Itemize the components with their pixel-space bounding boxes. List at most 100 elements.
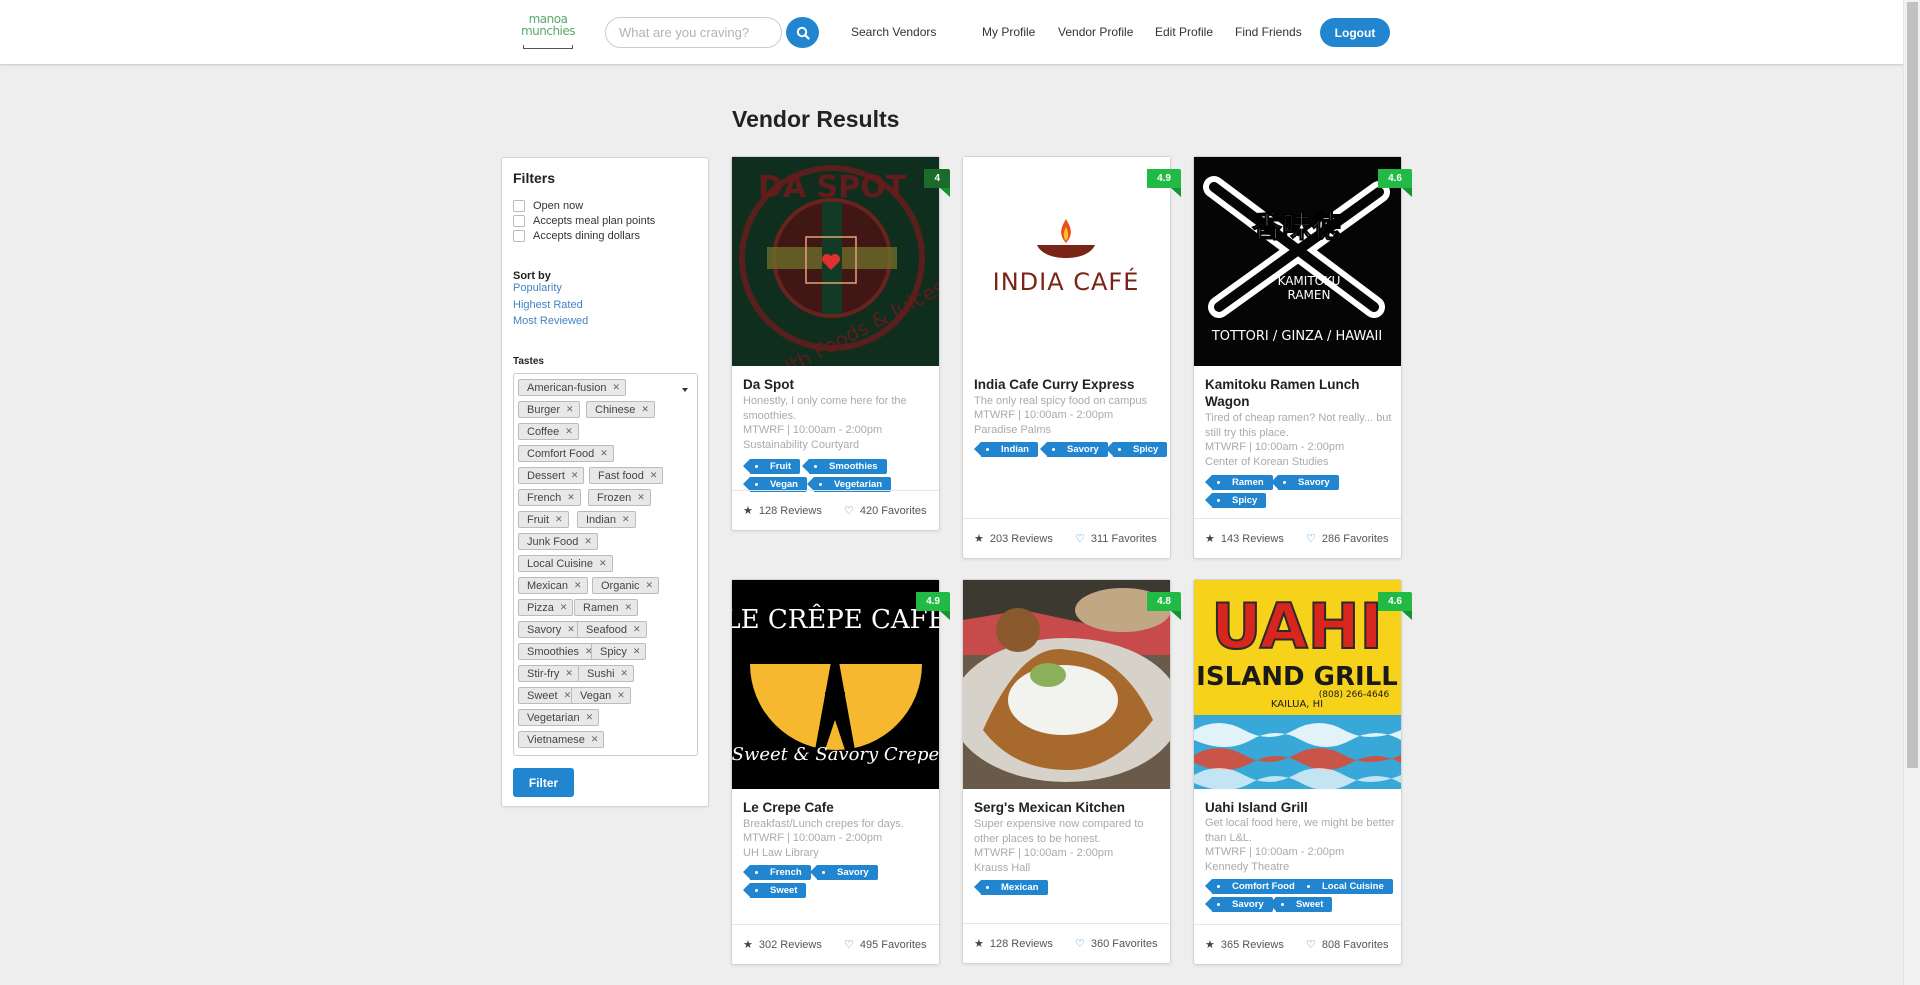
logout-button[interactable]: Logout xyxy=(1320,18,1390,47)
remove-icon[interactable]: ✕ xyxy=(591,734,599,745)
taste-label[interactable]: Savory xyxy=(810,865,878,880)
taste-tag[interactable]: Indian ✕ xyxy=(577,511,636,528)
taste-tag[interactable]: Spicy ✕ xyxy=(591,643,647,660)
vendor-card[interactable]: UAHI ISLAND GRILL KAILUA, HI (808) 266-4… xyxy=(1193,579,1412,965)
vendor-image[interactable] xyxy=(963,580,1170,789)
search-button[interactable] xyxy=(786,17,819,48)
taste-tag[interactable]: American-fusion ✕ xyxy=(518,379,627,396)
remove-icon[interactable]: ✕ xyxy=(650,470,658,481)
vendor-image[interactable]: 香味徳 KAMITOKU RAMEN TOTTORI / GINZA / HAW… xyxy=(1194,157,1401,366)
taste-label[interactable]: Comfort Food xyxy=(1205,879,1304,894)
taste-tag[interactable]: Smoothies ✕ xyxy=(518,643,599,660)
reviews-count[interactable]: ★ 143 Reviews xyxy=(1205,532,1284,546)
taste-tag[interactable]: Vietnamese ✕ xyxy=(518,731,605,748)
taste-label[interactable]: Ramen xyxy=(1205,475,1273,490)
remove-icon[interactable]: ✕ xyxy=(633,624,641,635)
vendor-name[interactable]: Uahi Island Grill xyxy=(1205,799,1395,816)
chevron-down-icon[interactable] xyxy=(682,388,688,392)
vendor-image[interactable]: LE CRÊPE CAFE Sweet & Savory Crepes xyxy=(732,580,939,789)
favorites-count[interactable]: ♡ 808 Favorites xyxy=(1306,938,1389,952)
taste-label[interactable]: Savory xyxy=(1040,442,1108,457)
remove-icon[interactable]: ✕ xyxy=(637,492,645,503)
remove-icon[interactable]: ✕ xyxy=(565,426,573,437)
reviews-count[interactable]: ★ 128 Reviews xyxy=(743,504,822,518)
remove-icon[interactable]: ✕ xyxy=(646,580,654,591)
remove-icon[interactable]: ✕ xyxy=(560,602,568,613)
taste-tag[interactable]: Dessert ✕ xyxy=(518,467,585,484)
remove-icon[interactable]: ✕ xyxy=(566,404,574,415)
taste-label[interactable]: Mexican xyxy=(974,880,1048,895)
taste-tag[interactable]: Local Cuisine ✕ xyxy=(518,555,613,572)
remove-icon[interactable]: ✕ xyxy=(586,712,594,723)
remove-icon[interactable]: ✕ xyxy=(584,536,592,547)
search-input[interactable] xyxy=(605,17,782,48)
vendor-name[interactable]: Le Crepe Cafe xyxy=(743,799,933,816)
nav-edit-profile[interactable]: Edit Profile xyxy=(1155,25,1213,39)
favorites-count[interactable]: ♡ 311 Favorites xyxy=(1075,532,1157,546)
vendor-card[interactable]: INDIA CAFÉ 4.9 India Cafe Curry Express … xyxy=(962,156,1181,559)
taste-tag[interactable]: Stir-fry ✕ xyxy=(518,665,579,682)
taste-tag[interactable]: Pizza ✕ xyxy=(518,599,574,616)
taste-tag[interactable]: Mexican ✕ xyxy=(518,577,588,594)
reviews-count[interactable]: ★ 302 Reviews xyxy=(743,938,822,952)
remove-icon[interactable]: ✕ xyxy=(617,690,625,701)
vendor-card[interactable]: 4.8 Serg's Mexican Kitchen Super expensi… xyxy=(962,579,1181,964)
taste-label[interactable]: Spicy xyxy=(1204,493,1267,508)
remove-icon[interactable]: ✕ xyxy=(633,646,641,657)
vendor-image[interactable]: UAHI ISLAND GRILL KAILUA, HI (808) 266-4… xyxy=(1194,580,1401,789)
checkbox[interactable] xyxy=(513,215,525,227)
taste-label[interactable]: Smoothies xyxy=(802,459,887,474)
taste-tag[interactable]: Frozen ✕ xyxy=(588,489,651,506)
nav-vendor-profile[interactable]: Vendor Profile xyxy=(1058,25,1133,39)
taste-tag[interactable]: Seafood ✕ xyxy=(577,621,647,638)
vendor-name[interactable]: Serg's Mexican Kitchen xyxy=(974,799,1164,816)
taste-label[interactable]: Local Cuisine xyxy=(1295,879,1393,894)
taste-label[interactable]: Savory xyxy=(1205,897,1273,912)
remove-icon[interactable]: ✕ xyxy=(567,624,575,635)
favorites-count[interactable]: ♡ 420 Favorites xyxy=(844,504,927,518)
vendor-name[interactable]: Da Spot xyxy=(743,376,933,393)
nav-my-profile[interactable]: My Profile xyxy=(982,25,1035,39)
vendor-image[interactable]: DA SPOT Health Foods & Juices xyxy=(732,157,939,366)
taste-label[interactable]: Savory xyxy=(1271,475,1339,490)
filter-button[interactable]: Filter xyxy=(513,768,574,797)
taste-label[interactable]: Sweet xyxy=(742,883,807,898)
remove-icon[interactable]: ✕ xyxy=(599,558,607,569)
favorites-count[interactable]: ♡ 360 Favorites xyxy=(1075,937,1158,951)
taste-tag[interactable]: Coffee ✕ xyxy=(518,423,579,440)
vendor-card[interactable]: DA SPOT Health Foods & Juices 4 Da Spot … xyxy=(731,156,950,531)
tastes-multiselect[interactable]: American-fusion ✕ Burger ✕ Chinese ✕ Coffee… xyxy=(513,373,698,756)
remove-icon[interactable]: ✕ xyxy=(621,668,629,679)
heart-icon[interactable]: ♡ xyxy=(1075,937,1085,950)
filter-dining-dollars[interactable]: Accepts dining dollars xyxy=(513,230,640,242)
taste-tag[interactable]: Comfort Food ✕ xyxy=(518,445,614,462)
taste-label[interactable]: Indian xyxy=(974,442,1038,457)
sort-most-reviewed-link[interactable]: Most Reviewed xyxy=(513,315,588,327)
taste-tag[interactable]: Fast food ✕ xyxy=(589,467,664,484)
sort-highest-rated-link[interactable]: Highest Rated xyxy=(513,299,583,311)
remove-icon[interactable]: ✕ xyxy=(624,602,632,613)
vendor-name[interactable]: Kamitoku Ramen Lunch Wagon xyxy=(1205,376,1395,410)
remove-icon[interactable]: ✕ xyxy=(641,404,649,415)
taste-tag[interactable]: Sushi ✕ xyxy=(578,665,635,682)
vendor-card[interactable]: 香味徳 KAMITOKU RAMEN TOTTORI / GINZA / HAW… xyxy=(1193,156,1412,559)
remove-icon[interactable]: ✕ xyxy=(565,668,573,679)
scrollbar-thumb[interactable] xyxy=(1907,2,1918,768)
taste-tag[interactable]: Savory ✕ xyxy=(518,621,581,638)
reviews-count[interactable]: ★ 128 Reviews xyxy=(974,937,1053,951)
nav-search-vendors[interactable]: Search Vendors xyxy=(851,25,936,39)
taste-label[interactable]: French xyxy=(743,865,811,880)
favorites-count[interactable]: ♡ 286 Favorites xyxy=(1306,532,1389,546)
taste-label[interactable]: Fruit xyxy=(742,459,801,474)
remove-icon[interactable]: ✕ xyxy=(574,580,582,591)
taste-tag[interactable]: Vegetarian ✕ xyxy=(518,709,600,726)
heart-icon[interactable]: ♡ xyxy=(1306,532,1316,545)
taste-tag[interactable]: Vegan ✕ xyxy=(571,687,631,704)
taste-label[interactable]: Sweet xyxy=(1268,897,1333,912)
remove-icon[interactable]: ✕ xyxy=(600,448,608,459)
heart-icon[interactable]: ♡ xyxy=(844,938,854,951)
taste-tag[interactable]: Junk Food ✕ xyxy=(518,533,598,550)
remove-icon[interactable]: ✕ xyxy=(571,470,579,481)
taste-tag[interactable]: Ramen ✕ xyxy=(574,599,639,616)
heart-icon[interactable]: ♡ xyxy=(844,504,854,517)
